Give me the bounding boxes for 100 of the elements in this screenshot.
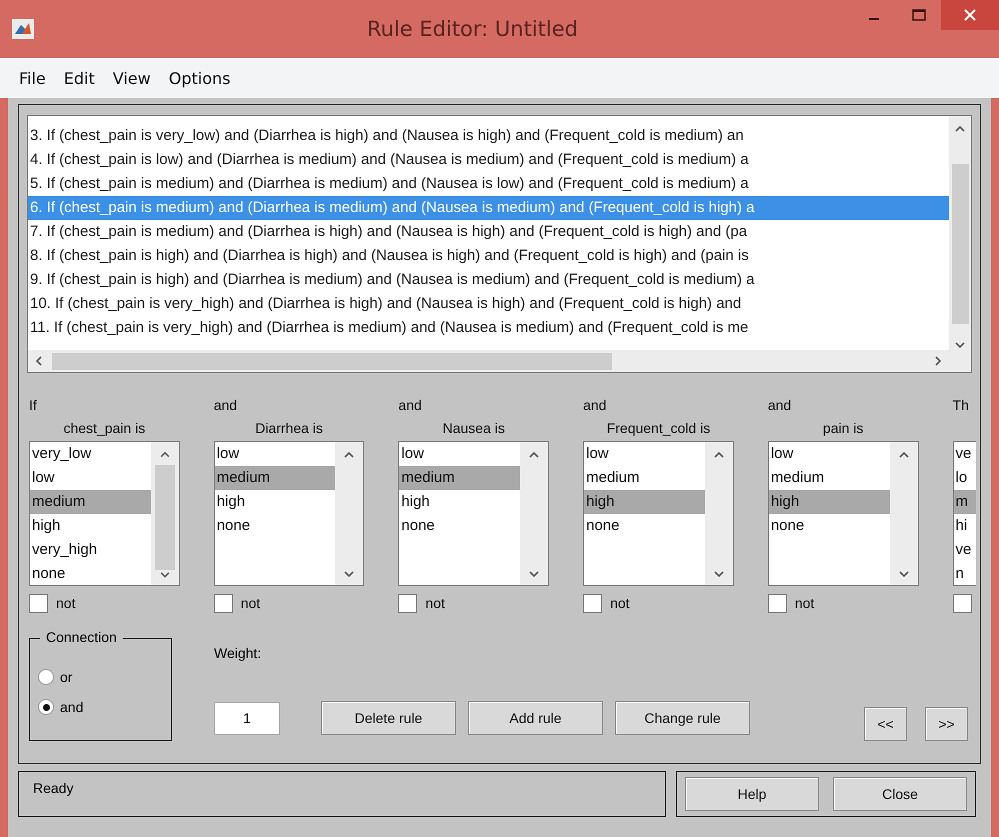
membership-list[interactable]: low medium high none: [214, 441, 364, 586]
horizontal-scrollbar[interactable]: [28, 350, 971, 372]
list-option[interactable]: n: [954, 562, 976, 585]
scroll-up-icon[interactable]: [714, 450, 724, 460]
list-option[interactable]: very_low: [30, 442, 151, 466]
connector-label: and: [214, 396, 238, 415]
scroll-down-icon[interactable]: [714, 569, 724, 579]
list-option[interactable]: none: [214, 514, 336, 538]
list-option[interactable]: m: [954, 490, 976, 514]
nav-button[interactable]: <<: [864, 707, 907, 741]
vertical-scrollbar[interactable]: [704, 442, 733, 585]
action-button[interactable]: Delete rule: [321, 701, 456, 735]
list-option[interactable]: none: [584, 514, 705, 538]
list-option[interactable]: high: [30, 514, 151, 538]
vertical-scrollbar[interactable]: [890, 442, 918, 585]
vertical-scrollbar[interactable]: [949, 116, 971, 350]
list-option[interactable]: medium: [399, 466, 520, 490]
minimize-icon: [868, 18, 878, 20]
rule-row[interactable]: 3. If (chest_pain is very_low) and (Diarrhea is high) and (Nausea is high) and (Frequent_cold is medium) an: [28, 124, 949, 148]
connector-label: and: [398, 396, 423, 415]
scroll-up-icon[interactable]: [955, 124, 965, 134]
list-option[interactable]: low: [584, 442, 705, 466]
checkbox-label: not: [610, 595, 630, 611]
scroll-up-icon[interactable]: [529, 450, 540, 460]
checkbox[interactable]: [952, 594, 972, 612]
list-option[interactable]: high: [399, 490, 520, 514]
membership-list[interactable]: low medium high none: [768, 441, 919, 586]
checkbox[interactable]: [398, 594, 418, 612]
vertical-scrollbar[interactable]: [520, 442, 548, 585]
nav-button[interactable]: >>: [925, 707, 968, 741]
rule-row[interactable]: 5. If (chest_pain is medium) and (Diarrhea is medium) and (Nausea is low) and (Frequent_cold is medium) a: [28, 172, 949, 196]
membership-list[interactable]: low medium high none: [583, 441, 734, 586]
radio-label: or: [60, 669, 72, 685]
list-option[interactable]: low: [214, 442, 336, 466]
action-button[interactable]: Change rule: [615, 701, 750, 735]
weight-field[interactable]: 1: [214, 702, 280, 734]
rule-row[interactable]: 7. If (chest_pain is medium) and (Diarrhea is high) and (Nausea is high) and (Frequent_cold is high) and (pa: [28, 220, 949, 244]
rule-row[interactable]: 4. If (chest_pain is low) and (Diarrhea is medium) and (Nausea is medium) and (Frequent_cold is medium) a: [28, 148, 949, 172]
scroll-down-icon[interactable]: [529, 569, 540, 579]
list-option[interactable]: medium: [584, 466, 705, 490]
menu-item[interactable]: File: [10, 66, 55, 90]
scroll-up-icon[interactable]: [898, 450, 909, 460]
menu-item[interactable]: Options: [160, 66, 240, 90]
rule-row[interactable]: 11. If (chest_pain is very_high) and (Diarrhea is medium) and (Nausea is medium) and (Frequent_cold is me: [28, 316, 949, 340]
radio-button[interactable]: [38, 669, 54, 685]
rule-row[interactable]: 9. If (chest_pain is high) and (Diarrhea is medium) and (Nausea is medium) and (Frequent_cold is medium) a: [28, 268, 949, 292]
scroll-down-icon[interactable]: [955, 340, 965, 350]
checkbox[interactable]: [214, 594, 233, 612]
list-option[interactable]: hi: [954, 514, 976, 538]
rule-row[interactable]: 8. If (chest_pain is high) and (Diarrhea is high) and (Nausea is high) and (Frequent_cold is high) and (pain is: [28, 244, 949, 268]
variable-label: Frequent_cold is: [606, 419, 712, 438]
list-option[interactable]: very_high: [30, 538, 151, 562]
list-option[interactable]: low: [30, 466, 151, 490]
list-option[interactable]: high: [214, 490, 336, 514]
action-button[interactable]: Add rule: [468, 701, 603, 735]
connector-label: Th: [952, 396, 970, 415]
rule-row[interactable]: 10. If (chest_pain is very_high) and (Diarrhea is high) and (Nausea is high) and (Frequent_cold is high) and: [28, 292, 949, 316]
scroll-up-icon[interactable]: [344, 450, 354, 460]
list-option[interactable]: low: [768, 442, 890, 466]
window-title: Rule Editor: Untitled: [366, 17, 579, 41]
footer-button[interactable]: Help: [685, 777, 819, 811]
membership-list[interactable]: low medium high none: [398, 441, 550, 586]
vertical-scrollbar[interactable]: [150, 442, 179, 585]
vertical-scrollbar[interactable]: [335, 442, 364, 585]
list-option[interactable]: medium: [30, 490, 151, 514]
list-option[interactable]: none: [399, 514, 520, 538]
list-option[interactable]: ve: [954, 538, 976, 562]
scroll-down-icon[interactable]: [898, 569, 909, 579]
variable-label: pain is: [822, 419, 864, 438]
list-option[interactable]: lo: [954, 466, 976, 490]
scroll-left-icon[interactable]: [34, 356, 44, 366]
scroll-right-icon[interactable]: [933, 356, 943, 366]
membership-list[interactable]: ve lo m hi ve n: [952, 441, 976, 586]
list-option[interactable]: medium: [768, 466, 890, 490]
radio-button[interactable]: [38, 699, 54, 715]
scroll-up-icon[interactable]: [160, 450, 170, 460]
checkbox[interactable]: [29, 594, 48, 612]
connector-label: and: [768, 396, 792, 415]
weight-label: Weight:: [214, 645, 262, 663]
list-option[interactable]: high: [768, 490, 890, 514]
list-option[interactable]: low: [399, 442, 520, 466]
checkbox-label: not: [425, 595, 445, 611]
list-option[interactable]: high: [584, 490, 705, 514]
list-option[interactable]: ve: [954, 442, 976, 466]
list-option[interactable]: none: [30, 562, 151, 585]
footer-button[interactable]: Close: [833, 777, 967, 811]
list-option[interactable]: medium: [214, 466, 336, 490]
checkbox[interactable]: [583, 594, 602, 612]
close-button[interactable]: [941, 0, 999, 30]
group-title: Connection: [40, 629, 123, 645]
list-option[interactable]: none: [768, 514, 890, 538]
membership-list[interactable]: very_low low medium high very_high none: [29, 441, 180, 586]
menu-item[interactable]: Edit: [54, 66, 104, 90]
maximize-icon: [912, 9, 926, 21]
scroll-down-icon[interactable]: [344, 569, 354, 579]
scroll-down-icon[interactable]: [160, 570, 170, 580]
connector-label: and: [583, 396, 608, 415]
checkbox[interactable]: [768, 594, 787, 612]
menu-item[interactable]: View: [104, 66, 160, 90]
app-logo-icon: [12, 19, 34, 39]
